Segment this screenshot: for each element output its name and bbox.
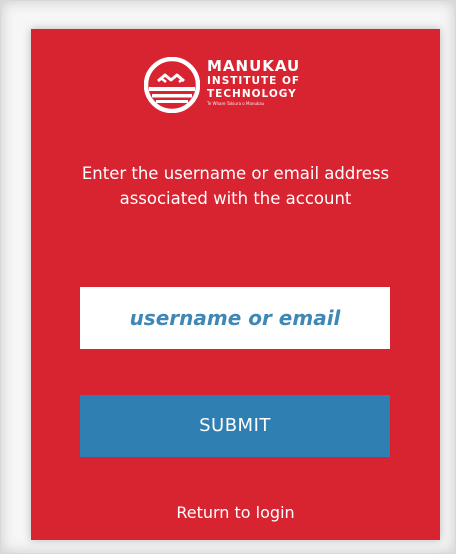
submit-button[interactable]: SUBMIT: [80, 395, 390, 457]
logo-name-line3: TECHNOLOGY: [207, 87, 297, 100]
reset-password-panel: MANUKAU INSTITUTE OF TECHNOLOGY Te Whare…: [31, 29, 440, 540]
logo-wordmark: MANUKAU INSTITUTE OF TECHNOLOGY Te Whare…: [207, 59, 300, 106]
manukau-logo: MANUKAU INSTITUTE OF TECHNOLOGY Te Whare…: [144, 53, 326, 125]
logo-tagline: Te Whare Takiura o Manukau: [207, 101, 265, 106]
page-frame: MANUKAU INSTITUTE OF TECHNOLOGY Te Whare…: [0, 0, 456, 554]
logo-name-line2: INSTITUTE OF: [207, 75, 301, 87]
return-to-login-link[interactable]: Return to login: [31, 503, 440, 522]
instruction-text: Enter the username or email address asso…: [81, 164, 390, 208]
logo-name-line1: MANUKAU: [207, 57, 301, 75]
username-or-email-input[interactable]: [80, 287, 390, 349]
manukau-emblem-icon: [144, 57, 200, 113]
